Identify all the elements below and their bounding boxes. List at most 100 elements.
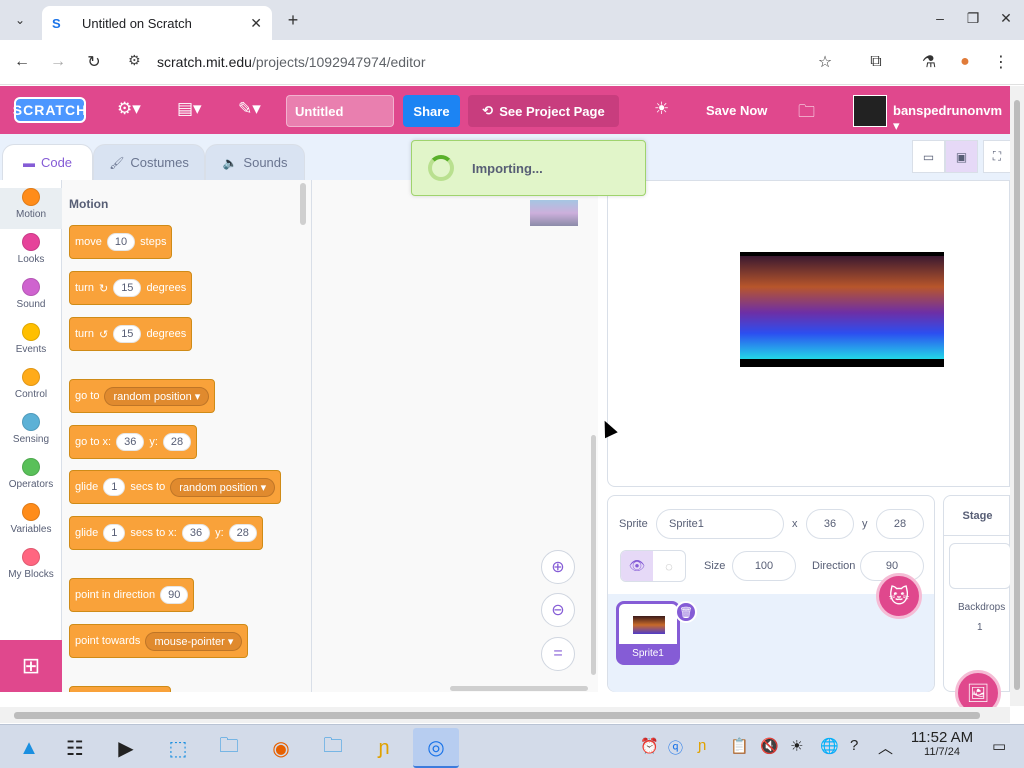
category-my-blocks[interactable]: My Blocks: [0, 548, 62, 580]
category-motion[interactable]: Motion: [0, 188, 62, 229]
app-n-icon[interactable]: ɲ: [361, 728, 407, 768]
minimize-icon[interactable]: –: [932, 10, 948, 26]
edit-pencil-icon[interactable]: ✎▾: [238, 99, 261, 119]
block-point-in-direction[interactable]: point in direction 90: [69, 578, 195, 612]
close-window-icon[interactable]: ✕: [998, 10, 1014, 27]
page-horizontal-scroll-thumb[interactable]: [14, 712, 980, 719]
save-now-button[interactable]: Save Now: [706, 103, 767, 118]
new-tab-icon[interactable]: +: [283, 8, 303, 32]
bookmark-star-icon[interactable]: ☆: [815, 52, 835, 72]
show-desktop-icon[interactable]: ▭: [992, 737, 1006, 755]
file-menu-icon[interactable]: ▤▾: [177, 99, 202, 119]
page-vertical-scrollbar[interactable]: [1010, 86, 1024, 706]
category-events[interactable]: Events: [0, 323, 62, 355]
sprite-name-input[interactable]: Sprite1: [656, 509, 784, 539]
reload-icon[interactable]: ↻: [84, 52, 104, 72]
firefox-icon[interactable]: ◉: [258, 728, 304, 768]
brightness-icon[interactable]: ☀: [790, 737, 803, 755]
category-looks[interactable]: Looks: [0, 233, 62, 265]
url-field[interactable]: scratch.mit.edu/projects/1092947974/edit…: [157, 54, 426, 70]
extensions-icon[interactable]: ⧉: [866, 52, 886, 72]
workspace-vertical-scrollbar[interactable]: [591, 435, 596, 675]
tray-app-icon[interactable]: ɲ: [698, 737, 706, 754]
stage-selector-pane[interactable]: Stage Backdrops 1: [943, 495, 1011, 692]
block-turn-left[interactable]: turn ↺ 15 degrees: [69, 317, 193, 351]
start-menu-icon[interactable]: ▲: [6, 728, 52, 768]
username-menu[interactable]: banspedrunonvm ▾: [893, 103, 1010, 134]
profile-icon[interactable]: ●: [955, 52, 975, 72]
network-icon[interactable]: 🌐: [820, 737, 839, 755]
file-manager-icon[interactable]: 🗀: [206, 728, 252, 768]
block-number-input[interactable]: 1: [103, 478, 126, 496]
browser-menu-icon[interactable]: ⋮: [991, 52, 1011, 72]
volume-muted-icon[interactable]: 🔇: [760, 737, 779, 755]
see-project-page-button[interactable]: ⟲ See Project Page: [468, 95, 619, 127]
add-extension-button[interactable]: ⊞: [0, 640, 62, 692]
category-control[interactable]: Control: [0, 368, 62, 400]
stage[interactable]: [607, 180, 1010, 487]
block-number-input[interactable]: 36: [116, 433, 145, 451]
my-stuff-folder-icon[interactable]: 🗀: [798, 99, 815, 128]
terminal-icon[interactable]: ▶: [103, 728, 149, 768]
category-sensing[interactable]: Sensing: [0, 413, 62, 445]
block-glide-to[interactable]: glide 1 secs to random position ▾: [69, 470, 282, 504]
block-point-towards[interactable]: point towards mouse-pointer ▾: [69, 624, 249, 658]
clipboard-icon[interactable]: 📋: [730, 737, 749, 755]
tab-list-chevron-icon[interactable]: ⌄: [8, 8, 32, 32]
block-number-input[interactable]: 1: [103, 524, 126, 542]
block-number-input[interactable]: 36: [181, 524, 211, 542]
tab-sounds[interactable]: 🔈 Sounds: [205, 144, 305, 180]
page-vertical-scroll-thumb[interactable]: [1014, 100, 1020, 690]
zoom-out-button[interactable]: ⊖: [541, 593, 575, 627]
y-position-input[interactable]: 28: [876, 509, 924, 539]
show-eye-icon[interactable]: 👁: [621, 551, 653, 581]
zoom-reset-button[interactable]: =: [541, 637, 575, 671]
block-dropdown[interactable]: random position ▾: [170, 477, 276, 497]
block-number-input[interactable]: 28: [228, 524, 257, 542]
page-horizontal-scrollbar[interactable]: [0, 707, 1010, 723]
category-variables[interactable]: Variables: [0, 503, 62, 535]
block-partial[interactable]: [69, 686, 171, 692]
share-button[interactable]: Share: [403, 95, 460, 127]
qbittorrent-icon[interactable]: ⓠ: [668, 737, 683, 758]
palette-scrollbar[interactable]: [300, 183, 306, 225]
zoom-in-button[interactable]: ⊕: [541, 550, 575, 584]
clock[interactable]: 11:52 AM 11/7/24: [902, 729, 982, 758]
add-sprite-button[interactable]: 🐱: [876, 573, 922, 619]
block-number-input[interactable]: 10: [106, 233, 136, 251]
x-position-input[interactable]: 36: [806, 509, 854, 539]
block-go-to[interactable]: go to random position ▾: [69, 379, 216, 413]
block-number-input[interactable]: 15: [113, 325, 142, 343]
forward-arrow-icon[interactable]: →: [48, 52, 68, 72]
project-title-input[interactable]: Untitled: [286, 95, 394, 127]
software-store-icon[interactable]: ⬚: [155, 728, 201, 768]
settings-gear-icon[interactable]: ⚙▾: [117, 99, 141, 119]
user-avatar[interactable]: [853, 95, 887, 127]
labs-flask-icon[interactable]: ⚗: [919, 52, 939, 72]
block-dropdown[interactable]: mouse-pointer ▾: [145, 631, 243, 651]
scratch-logo[interactable]: SCRATCH: [13, 97, 86, 123]
stage-thumbnail[interactable]: [949, 543, 1011, 589]
browser-tab[interactable]: S Untitled on Scratch ✕: [42, 6, 272, 40]
block-number-input[interactable]: 90: [160, 586, 189, 604]
block-number-input[interactable]: 15: [113, 279, 142, 297]
back-arrow-icon[interactable]: ←: [12, 52, 32, 72]
block-move-steps[interactable]: move 10 steps: [69, 225, 173, 259]
block-glide-to-xy[interactable]: glide 1 secs to x: 36 y: 28: [69, 516, 263, 550]
site-settings-icon[interactable]: ⚙: [128, 52, 141, 69]
tray-expand-chevron-icon[interactable]: ︿: [878, 737, 893, 758]
size-input[interactable]: 100: [732, 551, 796, 581]
chrome-icon[interactable]: ◎: [413, 728, 459, 768]
tab-code[interactable]: ▬ Code: [2, 144, 93, 180]
visibility-toggle[interactable]: 👁 ◌: [620, 550, 686, 582]
tutorials-lightbulb-icon[interactable]: ☀: [654, 99, 669, 119]
block-number-input[interactable]: 28: [162, 433, 192, 451]
settings-sliders-icon[interactable]: ☷: [52, 728, 98, 768]
restore-icon[interactable]: ❐: [965, 10, 981, 27]
small-stage-button[interactable]: ▭: [912, 140, 945, 173]
delete-sprite-trash-icon[interactable]: 🗑: [675, 601, 697, 623]
category-operators[interactable]: Operators: [0, 458, 62, 490]
block-dropdown[interactable]: random position ▾: [104, 386, 210, 406]
close-tab-icon[interactable]: ✕: [250, 15, 262, 32]
hide-eye-icon[interactable]: ◌: [653, 551, 685, 581]
